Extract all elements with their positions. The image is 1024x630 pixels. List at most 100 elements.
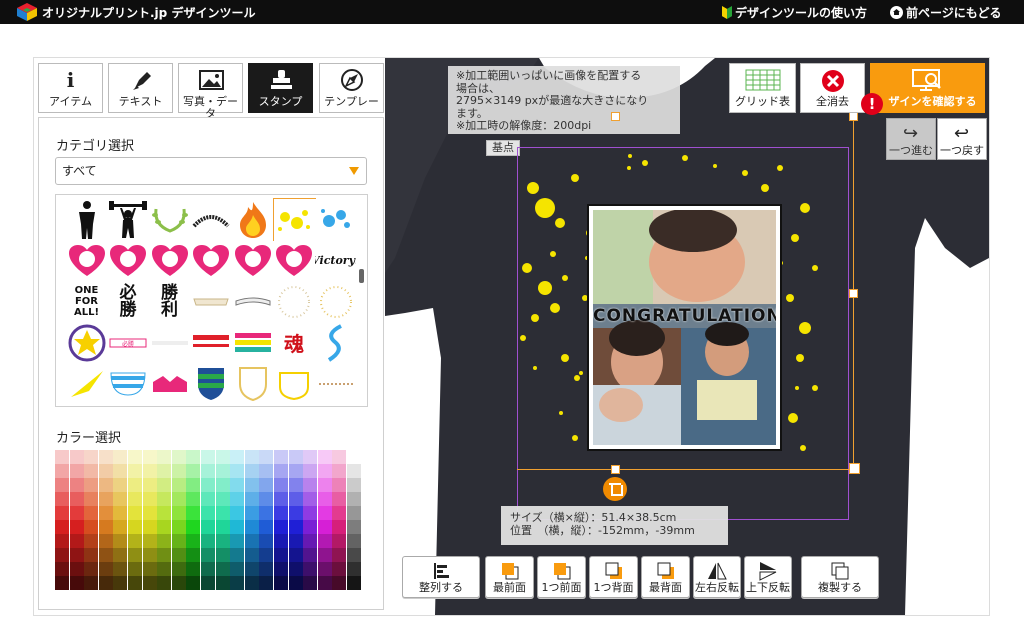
color-swatch[interactable] xyxy=(274,492,288,506)
color-swatch[interactable] xyxy=(215,492,230,506)
color-swatch[interactable] xyxy=(303,478,318,492)
resize-handle[interactable] xyxy=(611,465,620,474)
color-swatch[interactable] xyxy=(113,506,128,520)
color-swatch[interactable] xyxy=(230,520,245,534)
color-swatch[interactable] xyxy=(55,562,69,576)
color-swatch[interactable] xyxy=(84,534,99,548)
color-swatch[interactable] xyxy=(230,478,245,492)
color-swatch[interactable] xyxy=(303,520,318,534)
color-swatch[interactable] xyxy=(332,520,347,534)
color-swatch[interactable] xyxy=(157,548,172,562)
flip-vertical-button[interactable]: 上下反転 xyxy=(744,556,792,598)
resize-handle[interactable] xyxy=(849,289,858,298)
color-swatch[interactable] xyxy=(288,520,303,534)
color-swatch[interactable] xyxy=(274,450,288,464)
color-swatch[interactable] xyxy=(215,450,230,464)
color-swatch[interactable] xyxy=(347,506,361,520)
color-swatch[interactable] xyxy=(186,464,201,478)
color-swatch[interactable] xyxy=(142,478,157,492)
color-swatch[interactable] xyxy=(142,576,157,590)
color-swatch[interactable] xyxy=(244,464,259,478)
color-swatch[interactable] xyxy=(142,450,157,464)
color-swatch[interactable] xyxy=(55,548,69,562)
color-swatch[interactable] xyxy=(303,450,318,464)
stamp-heart-basketball[interactable] xyxy=(273,240,315,281)
color-swatch[interactable] xyxy=(113,478,128,492)
color-swatch[interactable] xyxy=(128,576,142,590)
color-swatch[interactable] xyxy=(347,534,361,548)
tab-stamp[interactable]: スタンプ xyxy=(248,63,313,113)
color-swatch[interactable] xyxy=(142,548,157,562)
stamp-flame[interactable] xyxy=(232,199,273,240)
color-swatch[interactable] xyxy=(332,576,347,590)
rotate-handle[interactable] xyxy=(611,112,620,121)
bring-forward-button[interactable]: 1つ前面 xyxy=(537,556,586,598)
stamp-laurel[interactable] xyxy=(149,199,190,240)
color-swatch[interactable] xyxy=(288,534,303,548)
color-swatch[interactable] xyxy=(69,520,84,534)
color-swatch[interactable] xyxy=(230,450,245,464)
color-swatch[interactable] xyxy=(317,492,332,506)
confirm-design-button[interactable]: ザインを確認する xyxy=(870,63,985,113)
category-select[interactable]: すべて xyxy=(55,157,367,185)
color-swatch[interactable] xyxy=(69,576,84,590)
color-swatch[interactable] xyxy=(201,478,215,492)
stamp-stripes-blue[interactable] xyxy=(107,363,149,404)
color-swatch[interactable] xyxy=(244,506,259,520)
color-swatch[interactable] xyxy=(157,450,172,464)
color-swatch[interactable] xyxy=(201,450,215,464)
color-swatch[interactable] xyxy=(230,492,245,506)
color-swatch[interactable] xyxy=(128,450,142,464)
color-swatch[interactable] xyxy=(347,520,361,534)
color-swatch[interactable] xyxy=(84,506,99,520)
stamp-blue-splash[interactable] xyxy=(315,199,356,240)
redo-button[interactable]: ↪ 一つ進む xyxy=(886,118,936,160)
color-swatch[interactable] xyxy=(84,478,99,492)
color-swatch[interactable] xyxy=(244,450,259,464)
color-swatch[interactable] xyxy=(332,450,347,464)
color-swatch[interactable] xyxy=(128,492,142,506)
color-swatch[interactable] xyxy=(98,506,113,520)
color-swatch[interactable] xyxy=(317,478,332,492)
stamp-athlete[interactable] xyxy=(66,199,107,240)
color-swatch[interactable] xyxy=(69,464,84,478)
color-swatch[interactable] xyxy=(259,492,274,506)
color-swatch[interactable] xyxy=(259,562,274,576)
color-swatch[interactable] xyxy=(201,464,215,478)
color-swatch[interactable] xyxy=(98,520,113,534)
color-swatch[interactable] xyxy=(128,534,142,548)
color-swatch[interactable] xyxy=(274,478,288,492)
color-swatch[interactable] xyxy=(113,492,128,506)
color-palette[interactable] xyxy=(55,450,364,590)
stamp-weightlifter[interactable] xyxy=(107,199,149,240)
color-swatch[interactable] xyxy=(244,548,259,562)
color-swatch[interactable] xyxy=(128,478,142,492)
color-swatch[interactable] xyxy=(186,478,201,492)
color-swatch[interactable] xyxy=(274,562,288,576)
stamp-dots-circle[interactable] xyxy=(273,281,315,322)
tab-template[interactable]: テンプレー xyxy=(319,63,384,113)
stamp-frame-yellow[interactable] xyxy=(273,363,315,404)
color-swatch[interactable] xyxy=(113,562,128,576)
stamp-tamashii[interactable]: 魂 xyxy=(273,322,315,363)
color-swatch[interactable] xyxy=(69,478,84,492)
tab-text[interactable]: テキスト xyxy=(108,63,173,113)
color-swatch[interactable] xyxy=(186,450,201,464)
color-swatch[interactable] xyxy=(171,506,186,520)
color-swatch[interactable] xyxy=(171,520,186,534)
stamp-shield-outline[interactable] xyxy=(232,363,273,404)
color-swatch[interactable] xyxy=(215,562,230,576)
color-swatch[interactable] xyxy=(288,506,303,520)
color-swatch[interactable] xyxy=(215,576,230,590)
color-swatch[interactable] xyxy=(201,492,215,506)
color-swatch[interactable] xyxy=(230,534,245,548)
color-swatch[interactable] xyxy=(259,534,274,548)
color-swatch[interactable] xyxy=(347,478,361,492)
color-swatch[interactable] xyxy=(259,548,274,562)
color-swatch[interactable] xyxy=(259,506,274,520)
stamp-yellow-splash[interactable] xyxy=(272,198,316,241)
stamp-crown-pink[interactable] xyxy=(149,363,190,404)
color-swatch[interactable] xyxy=(201,576,215,590)
color-swatch[interactable] xyxy=(98,492,113,506)
color-swatch[interactable] xyxy=(84,464,99,478)
